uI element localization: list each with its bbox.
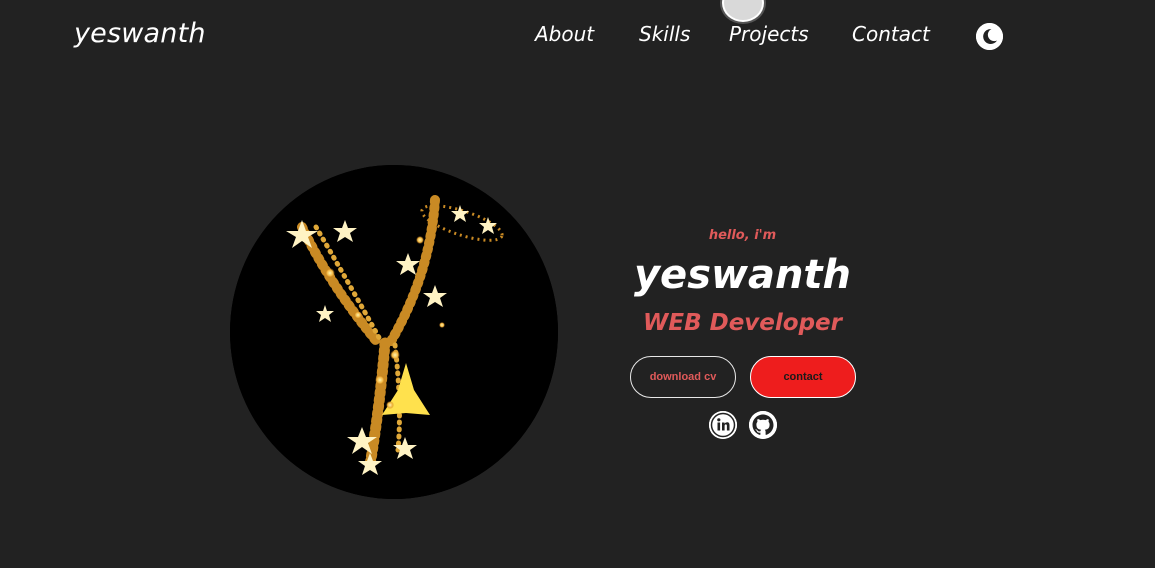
nav-projects[interactable]: Projects <box>729 22 809 46</box>
profile-avatar <box>230 165 558 499</box>
hero-name: yeswanth <box>633 252 852 298</box>
page: yeswanth About Skills Projects Contact h… <box>0 0 1155 568</box>
nav-skills[interactable]: Skills <box>639 22 690 46</box>
nav-about[interactable]: About <box>535 22 594 46</box>
download-cv-button[interactable]: download cv <box>630 356 736 398</box>
hero-greeting: hello, i'm <box>708 228 777 243</box>
github-link[interactable] <box>749 411 777 439</box>
nav-contact[interactable]: Contact <box>852 22 930 46</box>
hero-role: WEB Developer <box>643 310 842 336</box>
linkedin-link[interactable] <box>709 411 737 439</box>
moon-icon <box>976 23 1003 50</box>
profile-image <box>230 165 558 499</box>
github-icon <box>749 411 777 439</box>
linkedin-icon <box>709 411 737 439</box>
theme-toggle-button[interactable] <box>976 23 1003 50</box>
cursor-follower <box>722 0 764 22</box>
contact-button[interactable]: contact <box>750 356 856 398</box>
